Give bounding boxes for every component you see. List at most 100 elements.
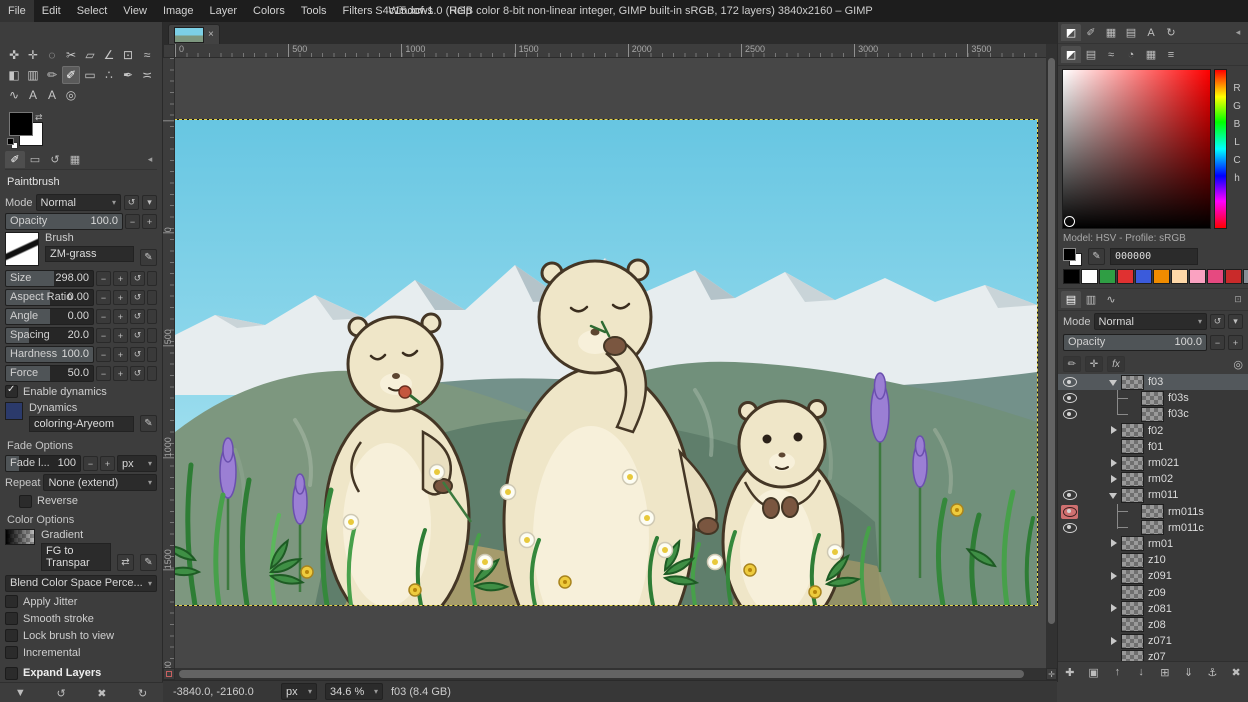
raise-layer-button[interactable]: ↑: [1108, 664, 1126, 680]
reset-colors-icon[interactable]: [7, 138, 17, 148]
layer-visibility-toggle[interactable]: [1061, 407, 1078, 421]
text-tool[interactable]: A: [24, 86, 42, 104]
layer-row[interactable]: z09: [1058, 584, 1248, 600]
tool-option-checkbox[interactable]: Smooth stroke: [5, 611, 157, 627]
vertical-scrollbar[interactable]: [1046, 44, 1057, 668]
menu-item[interactable]: Select: [69, 0, 116, 22]
palette-swatch[interactable]: [1153, 269, 1170, 284]
slider-reset-icon[interactable]: ↺: [130, 271, 145, 286]
layer-expander[interactable]: [1108, 571, 1119, 582]
swap-colors-icon[interactable]: ⇄: [35, 112, 43, 123]
layer-visibility-toggle[interactable]: [1061, 424, 1078, 438]
slider-link-icon[interactable]: [147, 366, 157, 381]
tool-slider[interactable]: Force 50.0: [5, 365, 94, 382]
menu-item[interactable]: Layer: [202, 0, 246, 22]
tool-options-tab[interactable]: ✐: [5, 151, 25, 168]
channel-label[interactable]: R: [1230, 83, 1244, 94]
layer-expander[interactable]: [1108, 377, 1119, 388]
scissors-select-tool[interactable]: ✂: [62, 46, 80, 64]
scales-selector-tab[interactable]: ≡: [1161, 46, 1181, 63]
mode-menu-icon[interactable]: ▾: [142, 195, 157, 210]
menu-item[interactable]: Filters: [335, 0, 381, 22]
slider-increment[interactable]: +: [113, 290, 128, 305]
menu-item[interactable]: Edit: [34, 0, 69, 22]
fade-length-slider[interactable]: Fade l... 100: [5, 455, 81, 472]
layer-visibility-toggle[interactable]: [1061, 505, 1078, 519]
airbrush-tool[interactable]: ∴: [100, 66, 118, 84]
gradients-tab[interactable]: ▤: [1121, 24, 1141, 41]
layer-visibility-toggle[interactable]: [1061, 375, 1078, 389]
new-group-button[interactable]: ▣: [1085, 664, 1103, 680]
layer-visibility-toggle[interactable]: [1061, 537, 1078, 551]
menu-item[interactable]: Colors: [245, 0, 293, 22]
dock-menu-icon[interactable]: ◂: [143, 153, 157, 167]
paintbrush-tool[interactable]: ✐: [62, 66, 80, 84]
measure-tool[interactable]: ∠: [100, 46, 118, 64]
channel-label[interactable]: L: [1230, 137, 1244, 148]
slider-increment[interactable]: +: [113, 271, 128, 286]
layer-row[interactable]: f02: [1058, 423, 1248, 439]
slider-decrement[interactable]: −: [96, 328, 111, 343]
layer-visibility-toggle[interactable]: [1061, 488, 1078, 502]
layer-mode-combo[interactable]: Normal: [1094, 313, 1207, 330]
tab-close-icon[interactable]: ×: [208, 29, 214, 40]
slider-increment[interactable]: +: [113, 328, 128, 343]
save-tool-preset-button[interactable]: ▼: [11, 685, 29, 701]
crop-tool[interactable]: ▱: [81, 46, 99, 64]
layer-visibility-toggle[interactable]: [1061, 391, 1078, 405]
tool-slider[interactable]: Size 298.00: [5, 270, 94, 287]
device-status-tab[interactable]: ▭: [25, 151, 45, 168]
tool-slider[interactable]: Spacing 20.0: [5, 327, 94, 344]
patterns-tab[interactable]: ▦: [1101, 24, 1121, 41]
zoom-combo[interactable]: 34.6 %: [325, 683, 383, 700]
hex-color-input[interactable]: [1110, 248, 1198, 265]
layer-row[interactable]: rm01: [1058, 536, 1248, 552]
layer-row[interactable]: f03s: [1058, 390, 1248, 406]
layer-row[interactable]: z091: [1058, 568, 1248, 584]
restore-tool-preset-button[interactable]: ↺: [52, 685, 70, 701]
fonts-tab[interactable]: A: [1141, 24, 1161, 41]
gradient-reverse-icon[interactable]: ⇄: [117, 554, 134, 571]
tool-option-checkbox[interactable]: Lock brush to view: [5, 628, 157, 644]
slider-reset-icon[interactable]: ↺: [130, 309, 145, 324]
foreground-color-swatch[interactable]: [9, 112, 33, 136]
palette-swatch[interactable]: [1117, 269, 1134, 284]
tool-option-checkbox[interactable]: Apply Jitter: [5, 594, 157, 610]
layer-row[interactable]: z08: [1058, 617, 1248, 633]
tool-slider[interactable]: Angle 0.00: [5, 308, 94, 325]
text-edit-tool[interactable]: A: [43, 86, 61, 104]
cmyk-selector-tab[interactable]: ▤: [1081, 46, 1101, 63]
layer-opacity-slider[interactable]: Opacity 100.0: [1063, 334, 1207, 351]
horizontal-ruler[interactable]: 0500100015002000250030003500: [175, 44, 1046, 58]
fade-decrement[interactable]: −: [83, 456, 98, 471]
layer-visibility-toggle[interactable]: [1061, 440, 1078, 454]
unit-combo[interactable]: px: [281, 683, 317, 700]
paths-tab[interactable]: ∿: [1101, 291, 1121, 308]
horizontal-scrollbar[interactable]: [175, 668, 1046, 680]
bucket-fill-tool[interactable]: ◧: [5, 66, 23, 84]
new-layer-button[interactable]: ✚: [1061, 664, 1079, 680]
slider-reset-icon[interactable]: ↺: [130, 328, 145, 343]
move-tool[interactable]: ✛: [24, 46, 42, 64]
menu-item[interactable]: Windows: [380, 0, 441, 22]
layer-row[interactable]: rm021: [1058, 455, 1248, 471]
layer-row[interactable]: rm011: [1058, 487, 1248, 503]
expand-layers-checkbox[interactable]: Expand Layers: [5, 666, 157, 681]
layer-row[interactable]: z071: [1058, 633, 1248, 649]
reverse-checkbox[interactable]: Reverse: [19, 493, 157, 508]
slider-increment[interactable]: +: [113, 366, 128, 381]
layer-row[interactable]: rm011c: [1058, 520, 1248, 536]
layer-visibility-toggle[interactable]: [1061, 569, 1078, 583]
enable-dynamics-checkbox[interactable]: Enable dynamics: [5, 384, 157, 399]
undo-history-tab[interactable]: ↺: [45, 151, 65, 168]
layer-effects[interactable]: fx: [1107, 356, 1125, 372]
color-edit-icon[interactable]: ✎: [1088, 248, 1105, 265]
layers-tab[interactable]: ▤: [1061, 291, 1081, 308]
mode-reset-icon[interactable]: ↺: [124, 195, 139, 210]
layer-expander[interactable]: [1108, 636, 1119, 647]
palette-selector-tab[interactable]: ▦: [1141, 46, 1161, 63]
lock-pixels[interactable]: ✏: [1063, 356, 1081, 372]
layer-search-icon[interactable]: ◎: [1233, 358, 1243, 371]
delete-tool-preset-button[interactable]: ✖: [93, 685, 111, 701]
canvas-viewport[interactable]: [175, 58, 1046, 668]
